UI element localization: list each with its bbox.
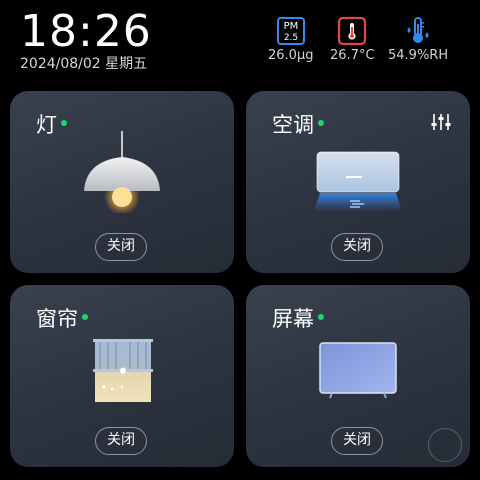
pm25-icon: PM 2.5 <box>276 17 305 45</box>
humidity-icon <box>407 17 429 43</box>
card-air-conditioner[interactable]: 空调 关闭 <box>246 91 470 273</box>
card-title-curtain: 窗帘 <box>36 303 88 333</box>
pm25-badge-top: PM <box>283 21 298 32</box>
card-title-light: 灯 <box>36 109 67 139</box>
online-status-dot <box>82 314 88 320</box>
clock-date: 2024/08/02 星期五 <box>20 56 148 72</box>
clock-time: 18:26 <box>20 6 152 57</box>
floating-action-button[interactable] <box>428 428 462 462</box>
card-title-screen: 屏幕 <box>272 303 324 333</box>
close-button-screen[interactable]: 关闭 <box>331 427 383 455</box>
humidity-value: 54.9%RH <box>388 48 449 63</box>
pm25-value: 26.0μg <box>268 48 314 63</box>
air-conditioner-icon <box>314 151 402 211</box>
pendant-lamp-icon <box>84 131 160 213</box>
close-button-air-conditioner[interactable]: 关闭 <box>331 233 383 261</box>
pm25-badge-bottom: 2.5 <box>284 33 298 43</box>
pm25-sensor: PM 2.5 26.0μg <box>268 16 313 63</box>
temperature-value: 26.7°C <box>330 48 375 63</box>
tv-screen-icon <box>319 342 397 399</box>
online-status-dot <box>61 120 67 126</box>
thermometer-icon <box>338 16 367 46</box>
close-button-light[interactable]: 关闭 <box>95 233 147 261</box>
sliders-icon[interactable] <box>430 111 452 133</box>
card-curtain[interactable]: 窗帘 关闭 <box>10 285 234 467</box>
online-status-dot <box>318 314 324 320</box>
online-status-dot <box>318 120 324 126</box>
curtain-icon <box>93 339 153 402</box>
card-title-air-conditioner: 空调 <box>272 109 324 139</box>
card-light[interactable]: 灯 关闭 <box>10 91 234 273</box>
temperature-sensor: 26.7°C <box>330 16 375 63</box>
close-button-curtain[interactable]: 关闭 <box>95 427 147 455</box>
humidity-sensor: 54.9%RH <box>388 16 448 63</box>
